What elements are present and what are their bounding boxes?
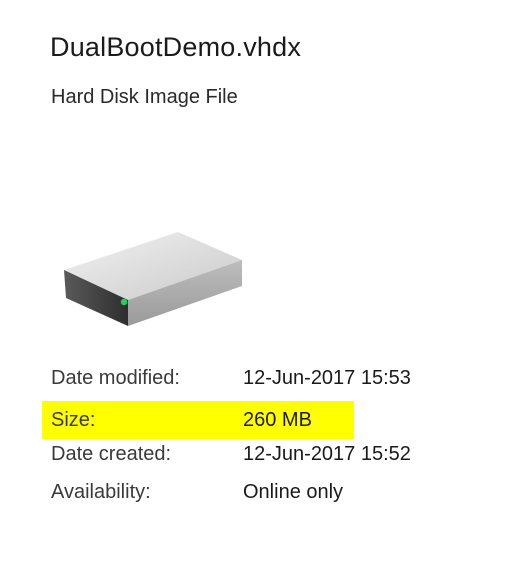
date-modified-value: 12-Jun-2017 15:53 xyxy=(243,366,411,389)
hard-drive-icon xyxy=(64,232,242,326)
date-created-label: Date created: xyxy=(51,442,172,465)
date-created-row: Date created: 12-Jun-2017 15:52 xyxy=(42,435,482,473)
file-name: DualBootDemo.vhdx xyxy=(50,32,302,62)
availability-label: Availability: xyxy=(51,480,151,503)
date-created-value: 12-Jun-2017 15:52 xyxy=(243,442,411,465)
details-panel: Date modified: 12-Jun-2017 15:53 Size: 2… xyxy=(42,359,482,511)
file-type: Hard Disk Image File xyxy=(51,86,238,108)
size-label: Size: xyxy=(51,408,96,431)
date-modified-label: Date modified: xyxy=(51,366,180,389)
size-row: Size: 260 MB xyxy=(42,401,354,439)
availability-row: Availability: Online only xyxy=(42,473,482,511)
size-value: 260 MB xyxy=(243,408,312,431)
availability-value: Online only xyxy=(243,480,344,503)
date-modified-row: Date modified: 12-Jun-2017 15:53 xyxy=(42,359,482,397)
